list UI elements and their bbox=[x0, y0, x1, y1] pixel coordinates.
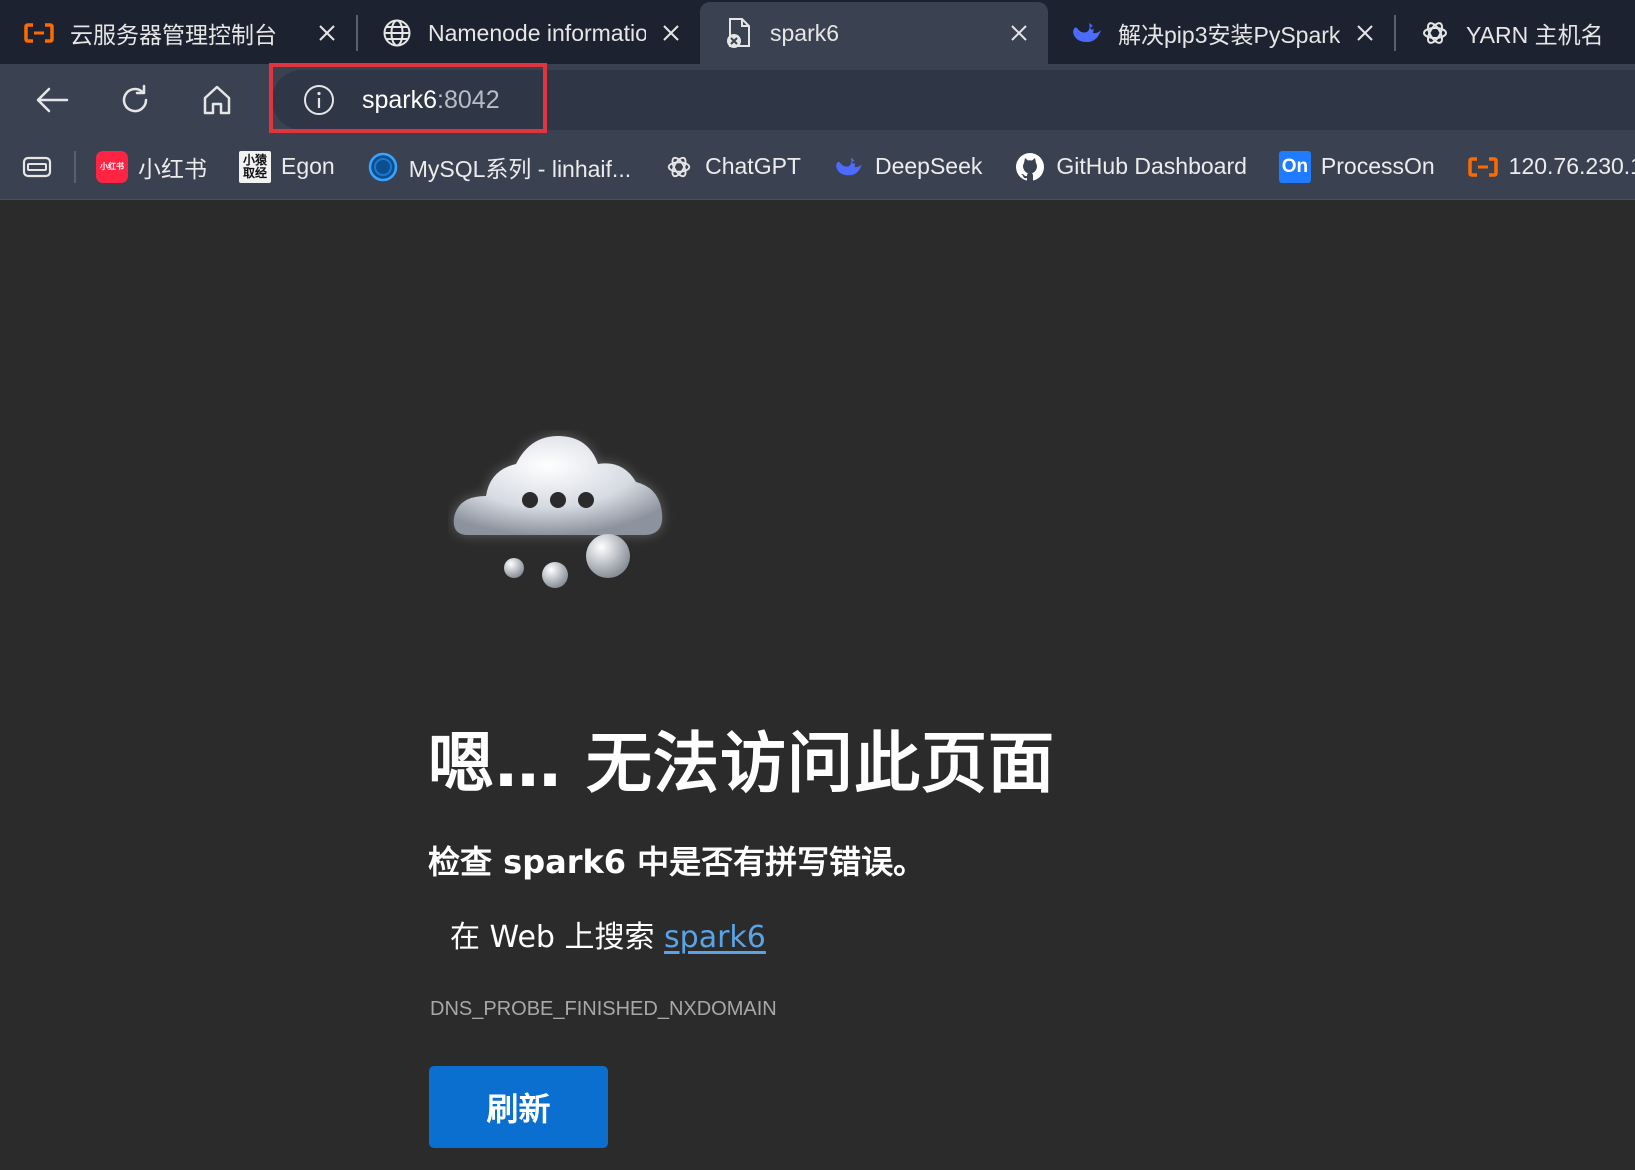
deepseek-icon bbox=[833, 151, 865, 183]
bookmark-mysql[interactable]: MySQL系列 - linhaif... bbox=[367, 150, 631, 184]
chatgpt-icon bbox=[663, 151, 695, 183]
tab-title: Namenode information bbox=[428, 19, 646, 46]
page-error-icon bbox=[722, 16, 756, 50]
tab-actions-icon[interactable] bbox=[22, 151, 52, 183]
bookmark-processon[interactable]: On ProcessOn bbox=[1278, 150, 1435, 183]
address-bar[interactable]: spark6:8042 bbox=[272, 70, 1635, 130]
mysql-circle-icon bbox=[367, 151, 399, 183]
search-link[interactable]: spark6 bbox=[664, 920, 766, 955]
close-icon[interactable] bbox=[1350, 18, 1380, 48]
search-prefix: 在 Web 上搜索 bbox=[450, 920, 665, 955]
bookmarks-bar: 小红书 小红书 小猿 取经 Egon MySQL系列 - linhaif... … bbox=[0, 134, 1635, 200]
refresh-button[interactable]: 刷新 bbox=[429, 1066, 608, 1148]
close-icon[interactable] bbox=[312, 18, 342, 48]
refresh-icon bbox=[122, 84, 148, 113]
bookmark-label: 小红书 bbox=[138, 155, 207, 182]
tab-yarn[interactable]: YARN 主机名 bbox=[1396, 2, 1635, 64]
github-icon bbox=[1014, 151, 1046, 183]
tab-pyspark[interactable]: 解决pip3安装PySpark失败 bbox=[1048, 2, 1394, 64]
bookmark-xiaohongshu[interactable]: 小红书 小红书 bbox=[96, 150, 207, 184]
tab-title: YARN 主机名 bbox=[1466, 22, 1604, 48]
xiaohongshu-icon: 小红书 bbox=[96, 150, 128, 183]
bookmark-label: DeepSeek bbox=[874, 153, 983, 179]
bookmark-chatgpt[interactable]: ChatGPT bbox=[663, 151, 801, 183]
bookmark-egon[interactable]: 小猿 取经 Egon bbox=[239, 150, 335, 183]
aliyun-logo-icon bbox=[22, 16, 56, 50]
error-subtitle: 检查 spark6 中是否有拼写错误。 bbox=[428, 843, 926, 881]
error-code: DNS_PROBE_FINISHED_NXDOMAIN bbox=[430, 998, 777, 1020]
home-icon bbox=[203, 85, 231, 115]
bookmark-label: ChatGPT bbox=[705, 153, 801, 179]
globe-icon bbox=[380, 16, 414, 50]
tab-spark6[interactable]: spark6 bbox=[700, 2, 1048, 64]
back-button[interactable] bbox=[28, 76, 76, 124]
tab-title: 云服务器管理控制台 bbox=[70, 22, 277, 48]
error-page: 嗯… 无法访问此页面 检查 spark6 中是否有拼写错误。 在 Web 上搜索… bbox=[0, 200, 1635, 1170]
bookmark-server-ip[interactable]: 120.76.230.118 bbox=[1467, 151, 1635, 183]
bookmark-github[interactable]: GitHub Dashboard bbox=[1014, 151, 1247, 183]
reload-button[interactable] bbox=[111, 76, 159, 124]
bookmark-label: MySQL系列 - linhaif... bbox=[408, 155, 632, 182]
url-host: spark6 bbox=[362, 85, 438, 114]
tab-title: spark6 bbox=[770, 19, 840, 46]
chatgpt-icon bbox=[1418, 16, 1452, 50]
aliyun-logo-icon bbox=[1467, 151, 1499, 183]
bookmark-deepseek[interactable]: DeepSeek bbox=[833, 151, 982, 183]
deepseek-icon bbox=[1070, 16, 1104, 50]
url-port: :8042 bbox=[437, 85, 500, 114]
info-icon[interactable] bbox=[302, 83, 336, 117]
processon-icon: On bbox=[1278, 150, 1311, 183]
browser-toolbar: spark6:8042 bbox=[0, 64, 1635, 134]
bookmark-label: Egon bbox=[281, 153, 335, 179]
bookmark-label: GitHub Dashboard bbox=[1056, 153, 1247, 179]
close-icon[interactable] bbox=[656, 18, 686, 48]
egon-icon: 小猿 取经 bbox=[239, 150, 271, 183]
cloud-thinking-icon bbox=[453, 436, 663, 588]
tab-namenode[interactable]: Namenode information bbox=[358, 2, 700, 64]
tab-title: 解决pip3安装PySpark失败 bbox=[1118, 22, 1340, 48]
arrow-left-icon bbox=[36, 87, 69, 113]
close-icon[interactable] bbox=[1004, 18, 1034, 48]
home-button[interactable] bbox=[193, 76, 241, 124]
tab-cloud-console[interactable]: 云服务器管理控制台 bbox=[0, 2, 356, 64]
bookmark-label: ProcessOn bbox=[1320, 153, 1435, 179]
bookmarks-separator bbox=[74, 150, 76, 183]
bookmark-label: 120.76.230.118 bbox=[1508, 153, 1635, 179]
error-title: 嗯… 无法访问此页面 bbox=[428, 725, 1055, 802]
search-suggestion: 在 Web 上搜索 spark6 bbox=[450, 912, 766, 956]
tab-strip: 云服务器管理控制台 Namenode information spark6 解决… bbox=[0, 0, 1635, 64]
